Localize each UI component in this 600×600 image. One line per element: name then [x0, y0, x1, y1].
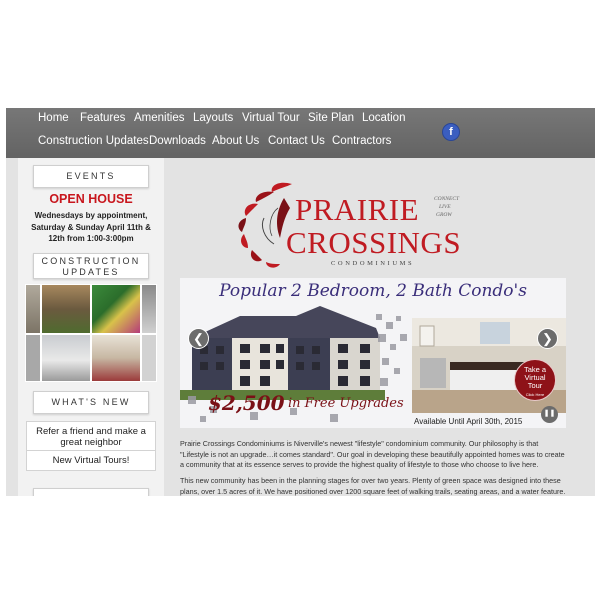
whats-new-virtual-tours[interactable]: New Virtual Tours!	[26, 450, 156, 471]
slide-price-suffix: in Free Upgrades	[288, 396, 404, 411]
tour-line3: Tour	[527, 381, 543, 390]
main-nav: Home Features Amenities Layouts Virtual …	[6, 108, 595, 158]
nav-site-plan[interactable]: Site Plan	[308, 112, 354, 124]
whats-new-heading: WHAT'S NEW	[33, 391, 149, 414]
nav-virtual-tour[interactable]: Virtual Tour	[242, 112, 300, 124]
tour-click-here: Click Here	[525, 392, 545, 397]
construction-photo[interactable]	[25, 284, 41, 334]
sidebar: EVENTS OPEN HOUSE Wednesdays by appointm…	[18, 158, 164, 496]
promo-slider[interactable]: Popular 2 Bedroom, 2 Bath Condo's $2,500…	[180, 278, 566, 428]
logo-tag-connect: CONNECT	[434, 196, 460, 202]
logo-line1: PRAIRIE	[295, 192, 420, 227]
logo-tag-live: LIVE	[439, 204, 451, 210]
construction-photo[interactable]	[41, 284, 91, 334]
construction-photo-grid[interactable]	[25, 284, 157, 382]
whats-new-refer-friend[interactable]: Refer a friend and make a great neighbor	[26, 421, 156, 453]
slider-next-button[interactable]: ❯	[537, 328, 558, 349]
slide-available-until: Available Until April 30th, 2015	[414, 417, 523, 426]
history-paragraph: This new community has been in the plann…	[180, 476, 566, 496]
open-house-title[interactable]: OPEN HOUSE	[18, 192, 164, 206]
site-frame: Home Features Amenities Layouts Virtual …	[6, 108, 595, 496]
nav-contact-us[interactable]: Contact Us	[268, 135, 325, 147]
construction-heading-line2: UPDATES	[62, 267, 120, 277]
construction-photo[interactable]	[25, 334, 41, 382]
nav-about-us[interactable]: About Us	[212, 135, 259, 147]
logo-tag-grow: GROW	[436, 212, 452, 218]
logo-line2: CROSSINGS	[286, 225, 462, 260]
prairie-crossings-logo[interactable]: PRAIRIE CROSSINGS CONDOMINIUMS CONNECT L…	[234, 178, 470, 273]
intro-paragraph: Prairie Crossings Condominiums is Niverv…	[180, 439, 565, 469]
construction-heading-line1: CONSTRUCTION	[41, 256, 141, 266]
logo-subtitle: CONDOMINIUMS	[331, 260, 415, 267]
nav-layouts[interactable]: Layouts	[193, 112, 233, 124]
construction-updates-heading[interactable]: CONSTRUCTION UPDATES	[33, 253, 149, 279]
virtual-tour-badge[interactable]: Take a Virtual Tour Click Here	[514, 359, 556, 401]
open-house-text: Wednesdays by appointment, Saturday & Su…	[31, 211, 151, 243]
construction-photo[interactable]	[41, 334, 91, 382]
facebook-icon[interactable]: f	[442, 123, 460, 141]
nav-construction-updates[interactable]: Construction Updates	[38, 135, 149, 147]
nav-location[interactable]: Location	[362, 112, 405, 124]
sidebar-next-heading	[33, 488, 149, 496]
nav-home[interactable]: Home	[38, 112, 69, 124]
construction-photo[interactable]	[91, 284, 141, 334]
construction-photo[interactable]	[141, 284, 157, 334]
slide-price: $2,500	[208, 391, 285, 415]
events-heading: EVENTS	[33, 165, 149, 188]
slider-pause-button[interactable]: ❚❚	[541, 406, 558, 423]
construction-photo[interactable]	[141, 334, 157, 382]
nav-amenities[interactable]: Amenities	[134, 112, 185, 124]
nav-downloads[interactable]: Downloads	[149, 135, 206, 147]
slider-prev-button[interactable]: ❮	[188, 328, 209, 349]
nav-contractors[interactable]: Contractors	[332, 135, 391, 147]
nav-features[interactable]: Features	[80, 112, 125, 124]
construction-photo[interactable]	[91, 334, 141, 382]
